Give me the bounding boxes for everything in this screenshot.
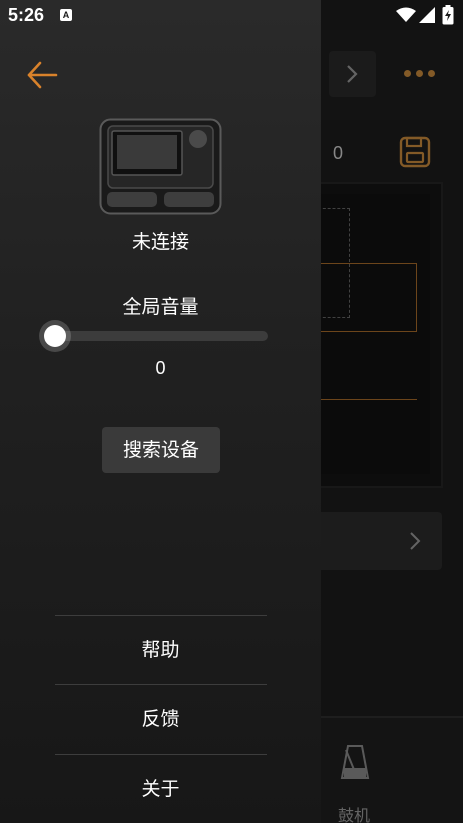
wifi-icon (396, 7, 416, 22)
menu-item-help[interactable]: 帮助 (0, 625, 321, 675)
search-device-button[interactable]: 搜索设备 (102, 427, 220, 473)
status-bar: 5:26 A (0, 0, 463, 30)
menu-item-about[interactable]: 关于 (0, 764, 321, 814)
slider-thumb[interactable] (44, 325, 66, 347)
menu-divider (55, 684, 267, 685)
menu-item-feedback[interactable]: 反馈 (0, 694, 321, 744)
menu-divider (55, 754, 267, 755)
drawer-scrim[interactable] (321, 0, 463, 823)
global-volume-label: 全局音量 (122, 296, 199, 318)
global-volume-slider[interactable] (39, 320, 268, 352)
arrow-left-icon[interactable] (22, 56, 62, 94)
status-time: 5:26 (8, 5, 45, 25)
notification-icon: A (60, 9, 72, 21)
signal-icon (419, 7, 435, 23)
drum-module-device-icon (99, 118, 222, 215)
battery-charging-icon (442, 5, 454, 25)
volume-value: 0 (155, 358, 166, 378)
slider-track[interactable] (53, 331, 268, 341)
navigation-drawer: 未连接 全局音量 0 搜索设备 帮助 反馈 关于 (0, 0, 321, 823)
connection-status: 未连接 (131, 231, 189, 253)
menu-divider (55, 615, 267, 616)
